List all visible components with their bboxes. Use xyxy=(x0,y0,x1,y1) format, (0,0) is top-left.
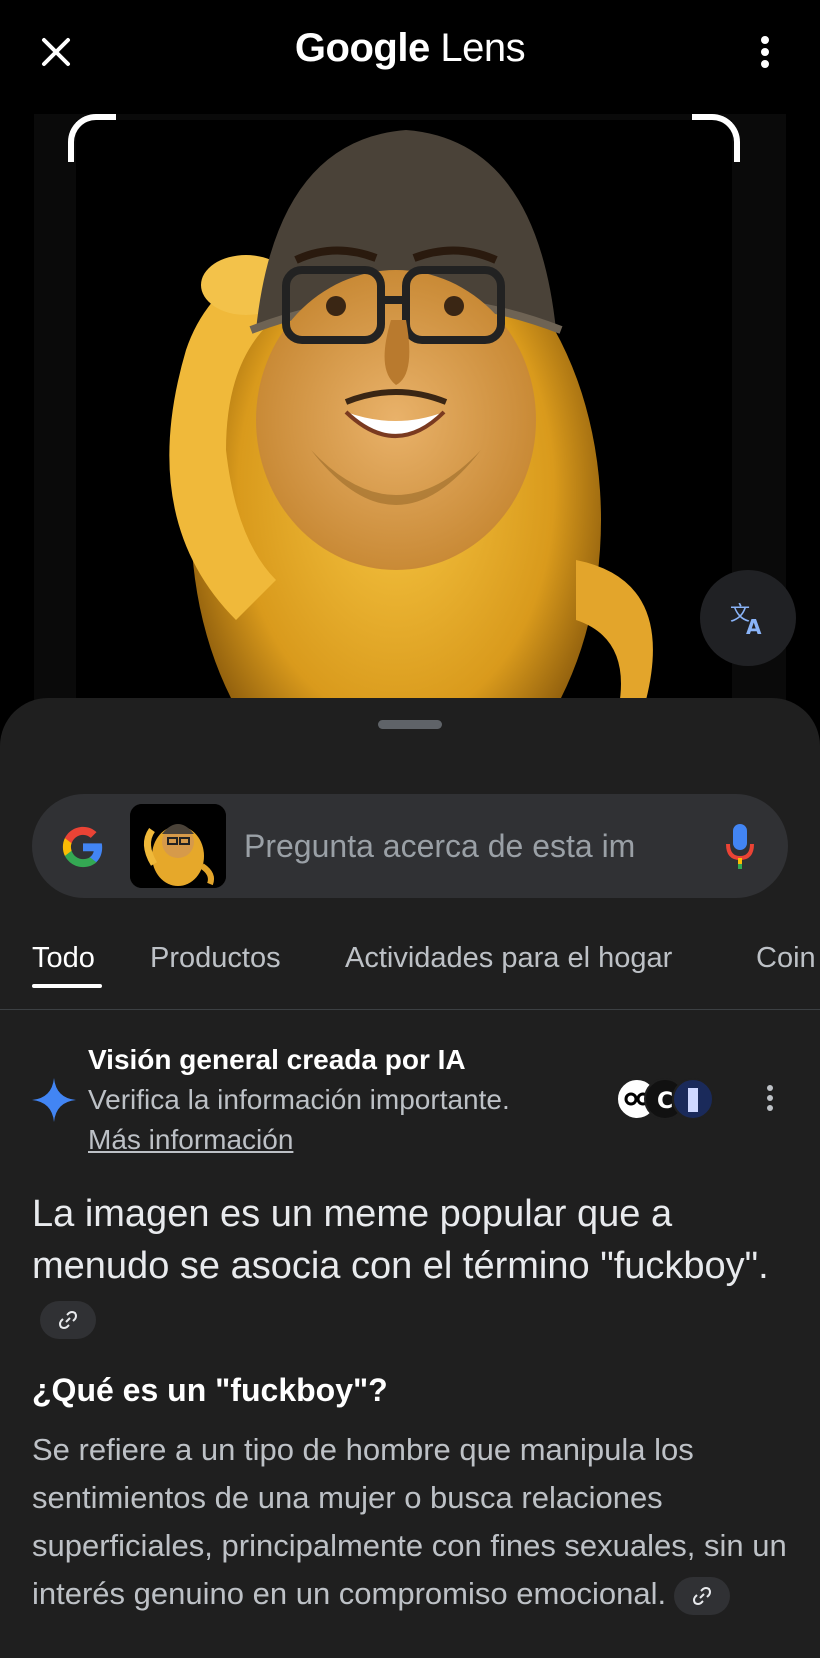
more-info-link[interactable]: Más información xyxy=(88,1124,293,1156)
tab-coin[interactable]: Coin xyxy=(756,942,816,975)
search-input[interactable]: Pregunta acerca de esta im xyxy=(244,828,704,865)
svg-text:C: C xyxy=(657,1089,673,1114)
app-title-product: Lens xyxy=(440,26,526,70)
search-bar[interactable]: Pregunta acerca de esta im xyxy=(32,794,788,898)
source-link-chip[interactable] xyxy=(674,1576,731,1615)
lens-image-area[interactable] xyxy=(34,114,786,708)
ai-sparkle-icon xyxy=(32,1078,76,1122)
translate-button[interactable]: 文 A xyxy=(700,570,796,666)
section-heading: ¿Qué es un "fuckboy"? xyxy=(32,1372,388,1408)
ai-overview-lead: La imagen es un meme popular que a menud… xyxy=(32,1188,772,1344)
more-options-button[interactable] xyxy=(750,30,780,74)
translate-icon: 文 A xyxy=(730,601,762,638)
query-image-thumbnail[interactable] xyxy=(130,804,226,888)
link-icon xyxy=(59,1310,77,1329)
source-link-chip[interactable] xyxy=(40,1300,96,1339)
app-title: Google Lens xyxy=(0,26,820,71)
google-g-icon xyxy=(62,826,103,868)
source-avatar-3 xyxy=(672,1078,714,1120)
svg-text:A: A xyxy=(746,615,762,638)
source-avatars[interactable]: C xyxy=(616,1078,716,1122)
results-sheet: Pregunta acerca de esta im Todo Producto… xyxy=(0,698,820,1658)
tab-productos[interactable]: Productos xyxy=(150,942,281,975)
app-title-brand: Google xyxy=(294,26,430,70)
more-vert-icon xyxy=(761,36,769,68)
ai-overview-verify: Verifica la información importante. xyxy=(88,1084,510,1115)
ai-overview-answer: Se refiere a un tipo de hombre que manip… xyxy=(32,1426,792,1618)
more-vert-icon xyxy=(767,1085,773,1111)
meme-image xyxy=(76,120,732,708)
result-tabs: Todo Productos Actividades para el hogar… xyxy=(0,942,820,1010)
sheet-drag-handle[interactable] xyxy=(378,720,442,729)
tab-actividades-hogar[interactable]: Actividades para el hogar xyxy=(345,942,672,975)
ai-overview-title: Visión general creada por IA xyxy=(88,1044,466,1075)
lead-text: La imagen es un meme popular que a menud… xyxy=(32,1193,769,1287)
ai-overview-menu-button[interactable] xyxy=(760,1078,780,1118)
tab-todo[interactable]: Todo xyxy=(32,942,95,975)
active-tab-indicator xyxy=(32,984,102,988)
link-icon xyxy=(693,1586,712,1605)
top-bar: Google Lens xyxy=(0,0,820,110)
answer-text: Se refiere a un tipo de hombre que manip… xyxy=(32,1432,787,1611)
mic-icon[interactable] xyxy=(724,822,756,870)
